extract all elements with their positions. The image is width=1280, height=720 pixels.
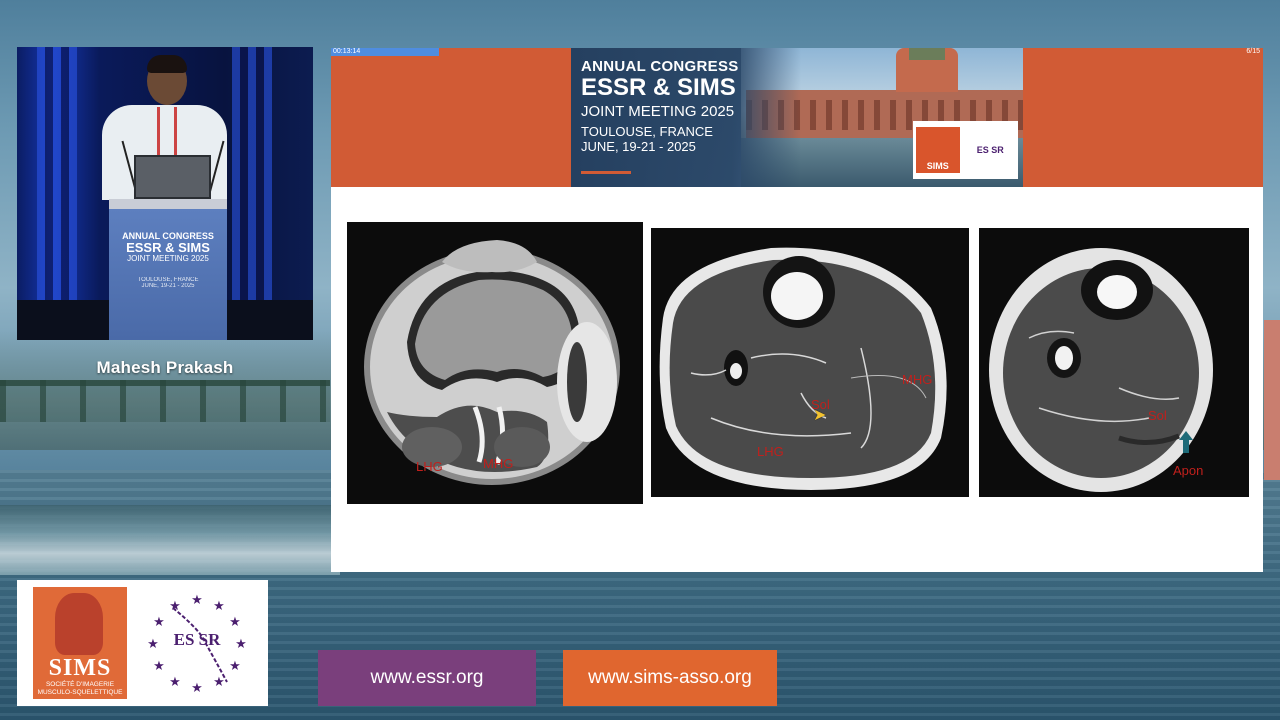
sims-logo: SIMS SOCIÉTÉ D'IMAGERIE MUSCULO-SQUELETT… [33, 587, 127, 699]
arrow-up-icon [1179, 431, 1193, 453]
sims-website-link[interactable]: www.sims-asso.org [563, 650, 777, 706]
svg-text:★: ★ [213, 675, 225, 690]
lectern: ANNUAL CONGRESS ESSR & SIMS JOINT MEETIN… [109, 199, 227, 340]
banner-line5: JUNE, 19-21 - 2025 [581, 139, 696, 154]
slide: 00:13:14 6/15 ANNUAL CONGRESS ESSR & SIM… [331, 48, 1263, 572]
sims-sub-line2: MUSCULO-SQUELETTIQUE [37, 689, 123, 696]
slide-header: 00:13:14 6/15 ANNUAL CONGRESS ESSR & SIM… [331, 48, 1263, 187]
banner-logo: SIMS ES SR [913, 121, 1018, 179]
banner-line2: ESSR & SIMS [581, 74, 736, 101]
mri-image-calf-upper: MHG Sol LHG ➤ [651, 228, 969, 497]
background-weir [0, 505, 340, 575]
mri-image-calf-lower: Sol Apon [979, 228, 1249, 497]
banner-line1: ANNUAL CONGRESS [581, 58, 739, 75]
lectern-line5: JUNE, 19-21 - 2025 [141, 283, 195, 289]
elapsed-timer: 00:13:14 [333, 48, 361, 55]
essr-website-link[interactable]: www.essr.org [318, 650, 536, 706]
banner-underline [581, 171, 631, 174]
background-building [1264, 320, 1280, 480]
lanyard [157, 107, 177, 157]
curtain [232, 47, 272, 340]
mini-sims-logo: SIMS [915, 127, 960, 173]
label-apon: Apon [1173, 463, 1204, 478]
banner-line3: JOINT MEETING 2025 [581, 103, 735, 120]
svg-text:★: ★ [153, 615, 165, 630]
essr-logo: ★ ★ ★ ★ ★ ★ ★ ★ ★ ★ ★ ★ ES SR [145, 590, 249, 696]
svg-text:★: ★ [191, 593, 203, 608]
sims-logo-subtitle: SOCIÉTÉ D'IMAGERIE MUSCULO-SQUELETTIQUE [33, 681, 127, 697]
speaker-hair [147, 55, 187, 73]
svg-text:★: ★ [213, 599, 225, 614]
label-mhg: MHG [483, 456, 514, 471]
svg-text:★: ★ [229, 659, 241, 674]
sims-sub-line1: SOCIÉTÉ D'IMAGERIE [45, 681, 115, 688]
banner-line4: TOULOUSE, FRANCE [581, 124, 713, 139]
sims-figure [55, 593, 103, 655]
slide-page-number: 6/15 [1246, 48, 1260, 55]
label-lhg: LHG [416, 459, 443, 474]
svg-text:★: ★ [191, 681, 203, 694]
banner-text: ANNUAL CONGRESS ESSR & SIMS JOINT MEETIN… [581, 58, 739, 154]
mri-lower-calf-graphic [989, 248, 1213, 492]
curtain [37, 47, 77, 340]
speaker-video: ANNUAL CONGRESS ESSR & SIMS JOINT MEETIN… [17, 47, 313, 340]
background-bridge [0, 380, 330, 422]
svg-text:★: ★ [229, 615, 241, 630]
svg-text:★: ★ [169, 599, 181, 614]
sponsor-logos: SIMS SOCIÉTÉ D'IMAGERIE MUSCULO-SQUELETT… [17, 580, 268, 706]
mri-image-knee: LHG MHG [347, 222, 643, 504]
label-mhg: MHG [902, 372, 933, 387]
lectern-line3: JOINT MEETING 2025 [127, 254, 209, 263]
congress-banner: ANNUAL CONGRESS ESSR & SIMS JOINT MEETIN… [571, 48, 1023, 187]
banner-dome-top [909, 48, 945, 60]
laptop [134, 155, 211, 199]
label-sol: Sol [1148, 408, 1167, 423]
speaker-name: Mahesh Prakash [96, 358, 234, 377]
svg-text:★: ★ [169, 675, 181, 690]
essr-logo-word: ES SR [173, 630, 221, 649]
label-lhg: LHG [757, 444, 784, 459]
sims-logo-word: SIMS [48, 655, 112, 681]
mouse-pointer-icon: ➤ [813, 407, 827, 424]
mri-calf-graphic [659, 247, 947, 490]
svg-text:★: ★ [153, 659, 165, 674]
lectern-line2: ESSR & SIMS [126, 240, 210, 255]
mini-essr-logo: ES SR [976, 145, 1004, 155]
